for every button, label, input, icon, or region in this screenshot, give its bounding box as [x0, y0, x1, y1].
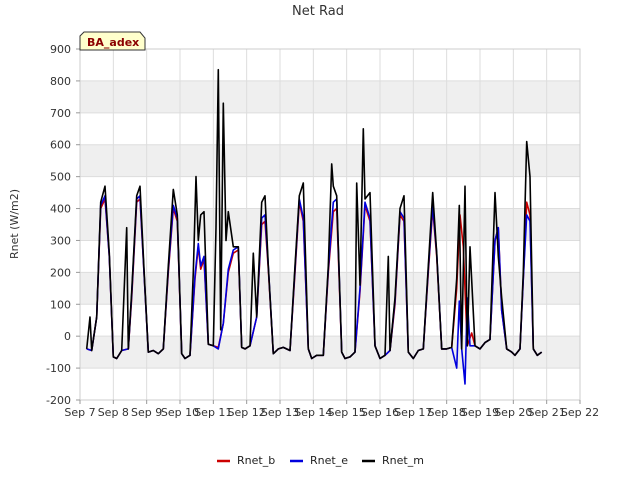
y-tick-label: 400: [50, 203, 71, 216]
plot-band: [80, 49, 580, 81]
legend: Rnet_b Rnet_e Rnet_m: [217, 454, 424, 467]
legend-rnet-e-label: Rnet_e: [310, 454, 348, 467]
y-tick-label: 0: [64, 330, 71, 343]
y-tick-label: 300: [50, 234, 71, 247]
y-tick-label: 200: [50, 266, 71, 279]
legend-rnet-b-label: Rnet_b: [237, 454, 275, 467]
y-tick-label: 100: [50, 298, 71, 311]
y-tick-label: 700: [50, 107, 71, 120]
site-badge: BA_adex: [79, 31, 146, 51]
y-tick-label: 900: [50, 43, 71, 56]
plot-band: [80, 144, 580, 177]
net-rad-chart: -200-1000100200300400500600700800900 Sep…: [8, 4, 599, 467]
chart-title: Net Rad: [292, 4, 344, 19]
y-tick-labels: -200-1000100200300400500600700800900: [46, 43, 80, 407]
x-tick-labels: Sep 7 Sep 8 Sep 9Sep 10Sep 11Sep 12Sep 13S…: [64, 400, 599, 419]
plot-band: [80, 80, 580, 113]
x-tick-label: Sep 9: [131, 406, 162, 419]
x-tick-label: Sep 7: [64, 406, 95, 419]
legend-rnet-m-label: Rnet_m: [382, 454, 424, 467]
y-tick-label: -100: [46, 362, 71, 375]
plot-band: [80, 272, 580, 305]
y-tick-label: 600: [50, 139, 71, 152]
y-tick-label: 800: [50, 75, 71, 88]
site-badge-label: BA_adex: [87, 36, 139, 49]
y-tick-label: 500: [50, 171, 71, 184]
x-tick-label: Sep 8: [98, 406, 129, 419]
x-tick-label: Sep 22: [561, 406, 599, 419]
plot-band: [80, 112, 580, 145]
y-axis-title: Rnet (W/m2): [8, 189, 21, 259]
plot-band: [80, 368, 580, 400]
